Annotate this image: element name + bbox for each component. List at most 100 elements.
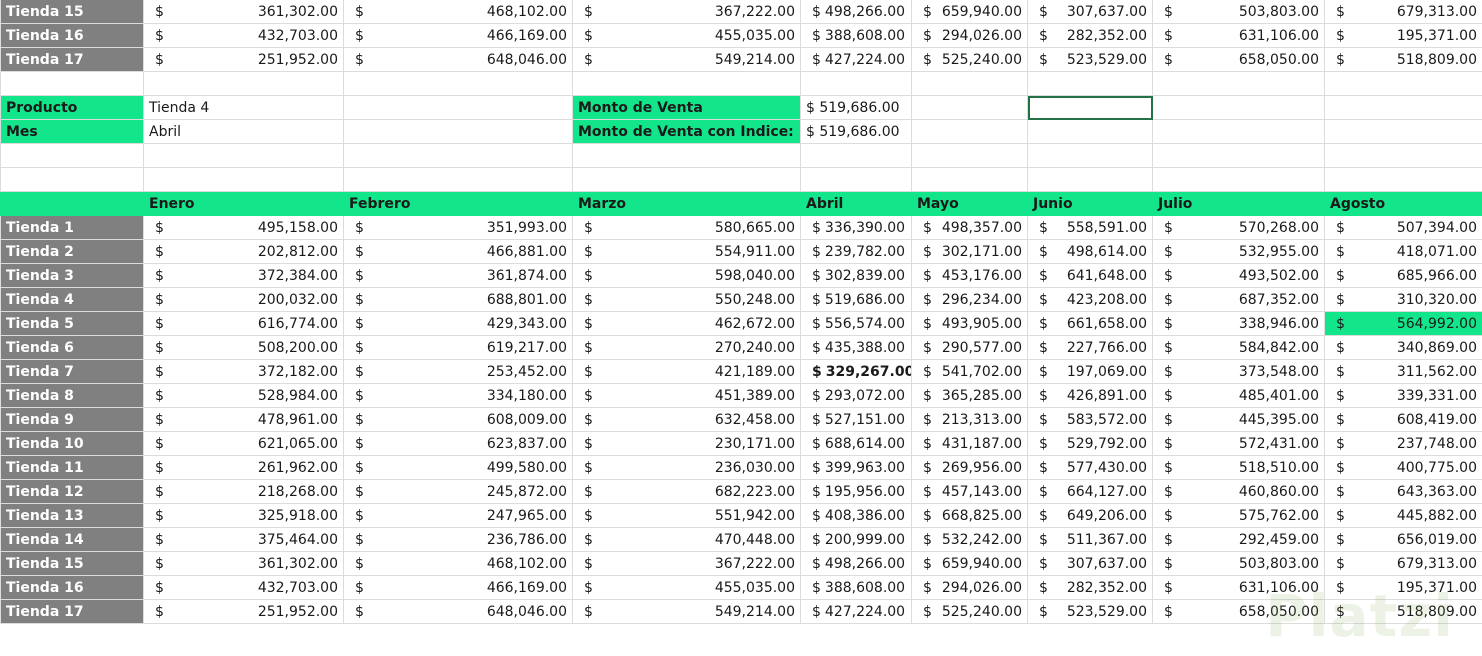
- value-cell[interactable]: $495,158.00: [143, 215, 344, 240]
- value-cell[interactable]: $470,448.00: [572, 527, 801, 552]
- value-cell[interactable]: $493,905.00: [911, 311, 1028, 336]
- value-cell[interactable]: $518,510.00: [1152, 455, 1325, 480]
- value-cell[interactable]: $549,214.00: [572, 599, 801, 624]
- value-cell[interactable]: $451,389.00: [572, 383, 801, 408]
- value-cell[interactable]: $431,187.00: [911, 431, 1028, 456]
- value-cell[interactable]: $367,222.00: [572, 551, 801, 576]
- row-label[interactable]: Tienda 16: [0, 23, 144, 48]
- value-cell[interactable]: $466,881.00: [343, 239, 573, 264]
- value-cell[interactable]: $372,384.00: [143, 263, 344, 288]
- value-cell[interactable]: $608,009.00: [343, 407, 573, 432]
- value-cell[interactable]: $659,940.00: [911, 551, 1028, 576]
- value-cell[interactable]: $435,388.00: [800, 335, 912, 360]
- row-label[interactable]: Tienda 7: [0, 359, 144, 384]
- value-cell[interactable]: $679,313.00: [1324, 551, 1482, 576]
- value-cell[interactable]: $340,869.00: [1324, 335, 1482, 360]
- monto-venta-label[interactable]: Monto de Venta: [572, 95, 801, 120]
- value-cell[interactable]: $682,223.00: [572, 479, 801, 504]
- value-cell[interactable]: $373,548.00: [1152, 359, 1325, 384]
- value-cell[interactable]: $310,320.00: [1324, 287, 1482, 312]
- value-cell[interactable]: $202,812.00: [143, 239, 344, 264]
- value-cell[interactable]: $213,313.00: [911, 407, 1028, 432]
- value-cell[interactable]: $468,102.00: [343, 551, 573, 576]
- value-cell[interactable]: $261,962.00: [143, 455, 344, 480]
- row-label[interactable]: Tienda 4: [0, 287, 144, 312]
- value-cell[interactable]: $619,217.00: [343, 335, 573, 360]
- value-cell[interactable]: $498,614.00: [1027, 239, 1153, 264]
- row-label[interactable]: Tienda 13: [0, 503, 144, 528]
- row-label[interactable]: Tienda 3: [0, 263, 144, 288]
- value-cell[interactable]: $200,032.00: [143, 287, 344, 312]
- row-label[interactable]: Tienda 14: [0, 527, 144, 552]
- month-header-febrero[interactable]: Febrero: [343, 191, 573, 216]
- value-cell[interactable]: $580,665.00: [572, 215, 801, 240]
- value-cell[interactable]: $237,748.00: [1324, 431, 1482, 456]
- value-cell[interactable]: $195,956.00: [800, 479, 912, 504]
- value-cell[interactable]: $445,395.00: [1152, 407, 1325, 432]
- value-cell[interactable]: $478,961.00: [143, 407, 344, 432]
- value-cell[interactable]: $307,637.00: [1027, 551, 1153, 576]
- value-cell[interactable]: $460,860.00: [1152, 479, 1325, 504]
- row-label[interactable]: Tienda 11: [0, 455, 144, 480]
- row-label[interactable]: Tienda 16: [0, 575, 144, 600]
- month-header-agosto[interactable]: Agosto: [1324, 191, 1482, 216]
- value-cell[interactable]: $688,614.00: [800, 431, 912, 456]
- row-label[interactable]: Tienda 17: [0, 599, 144, 624]
- value-cell[interactable]: $570,268.00: [1152, 215, 1325, 240]
- row-label[interactable]: Tienda 8: [0, 383, 144, 408]
- value-cell[interactable]: $664,127.00: [1027, 479, 1153, 504]
- mes-label[interactable]: Mes: [0, 119, 144, 144]
- value-cell[interactable]: $679,313.00: [1324, 0, 1482, 24]
- value-cell[interactable]: $418,071.00: [1324, 239, 1482, 264]
- value-cell[interactable]: $200,999.00: [800, 527, 912, 552]
- value-cell[interactable]: $499,580.00: [343, 455, 573, 480]
- value-cell[interactable]: $688,801.00: [343, 287, 573, 312]
- value-cell[interactable]: $583,572.00: [1027, 407, 1153, 432]
- value-cell[interactable]: $632,458.00: [572, 407, 801, 432]
- producto-value[interactable]: Tienda 4: [143, 95, 344, 120]
- value-cell[interactable]: $361,302.00: [143, 551, 344, 576]
- value-cell[interactable]: $245,872.00: [343, 479, 573, 504]
- value-cell[interactable]: $564,992.00: [1324, 311, 1482, 336]
- month-header-julio[interactable]: Julio: [1152, 191, 1325, 216]
- value-cell[interactable]: $532,242.00: [911, 527, 1028, 552]
- value-cell[interactable]: $388,608.00: [800, 575, 912, 600]
- value-cell[interactable]: $643,363.00: [1324, 479, 1482, 504]
- value-cell[interactable]: $648,046.00: [343, 47, 573, 72]
- value-cell[interactable]: $423,208.00: [1027, 287, 1153, 312]
- value-cell[interactable]: $550,248.00: [572, 287, 801, 312]
- value-cell[interactable]: $239,782.00: [800, 239, 912, 264]
- value-cell[interactable]: $466,169.00: [343, 575, 573, 600]
- value-cell[interactable]: $292,459.00: [1152, 527, 1325, 552]
- value-cell[interactable]: $251,952.00: [143, 599, 344, 624]
- value-cell[interactable]: $503,803.00: [1152, 0, 1325, 24]
- value-cell[interactable]: $485,401.00: [1152, 383, 1325, 408]
- value-cell[interactable]: $427,224.00: [800, 599, 912, 624]
- value-cell[interactable]: $329,267.00: [800, 359, 912, 384]
- value-cell[interactable]: $336,390.00: [800, 215, 912, 240]
- value-cell[interactable]: $518,809.00: [1324, 599, 1482, 624]
- value-cell[interactable]: $528,984.00: [143, 383, 344, 408]
- value-cell[interactable]: $507,394.00: [1324, 215, 1482, 240]
- value-cell[interactable]: $307,637.00: [1027, 0, 1153, 24]
- value-cell[interactable]: $525,240.00: [911, 47, 1028, 72]
- header-corner-cell[interactable]: [0, 191, 144, 216]
- value-cell[interactable]: $218,268.00: [143, 479, 344, 504]
- row-label[interactable]: Tienda 1: [0, 215, 144, 240]
- row-label[interactable]: Tienda 17: [0, 47, 144, 72]
- row-label[interactable]: Tienda 10: [0, 431, 144, 456]
- value-cell[interactable]: $455,035.00: [572, 23, 801, 48]
- value-cell[interactable]: $508,200.00: [143, 335, 344, 360]
- value-cell[interactable]: $616,774.00: [143, 311, 344, 336]
- value-cell[interactable]: $457,143.00: [911, 479, 1028, 504]
- value-cell[interactable]: $432,703.00: [143, 23, 344, 48]
- value-cell[interactable]: $584,842.00: [1152, 335, 1325, 360]
- value-cell[interactable]: $525,240.00: [911, 599, 1028, 624]
- value-cell[interactable]: $195,371.00: [1324, 23, 1482, 48]
- value-cell[interactable]: $658,050.00: [1152, 47, 1325, 72]
- value-cell[interactable]: $367,222.00: [572, 0, 801, 24]
- value-cell[interactable]: $462,672.00: [572, 311, 801, 336]
- value-cell[interactable]: $529,792.00: [1027, 431, 1153, 456]
- value-cell[interactable]: $556,574.00: [800, 311, 912, 336]
- value-cell[interactable]: $659,940.00: [911, 0, 1028, 24]
